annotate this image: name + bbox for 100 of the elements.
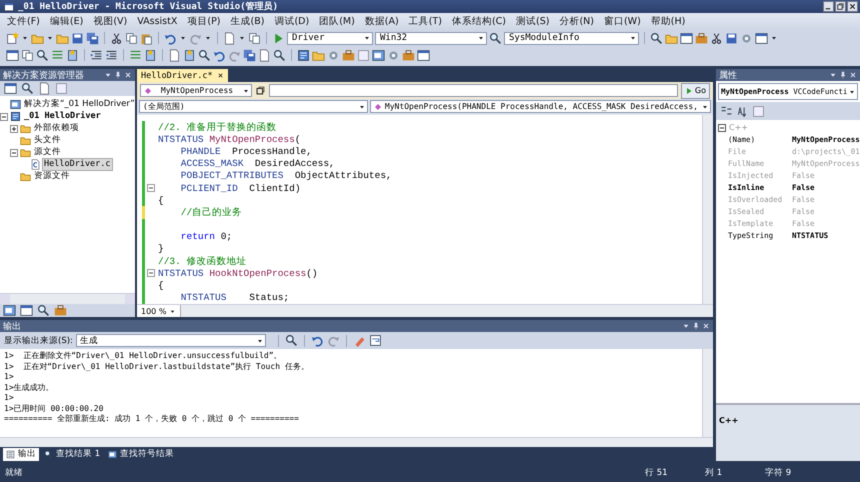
menu-item[interactable]: 团队(M) [314,14,360,28]
sort-alpha-icon[interactable] [736,104,749,118]
tree-item[interactable]: 源文件 [33,147,62,158]
cut-icon[interactable] [110,32,123,44]
sort-category-icon[interactable] [720,104,733,118]
minimize-icon[interactable] [823,1,834,12]
tree-item[interactable]: 头文件 [33,135,62,146]
copy-icon[interactable] [125,32,138,44]
menu-item[interactable]: 数据(A) [360,14,404,28]
symbol-dropdown[interactable]: MyNtOpenProcess [140,84,252,97]
caret-icon[interactable] [204,34,212,42]
symbol-search-field[interactable] [269,84,678,97]
tree-item[interactable]: 解决方案“_01 HelloDriver” [23,99,135,110]
menu-item[interactable]: 窗口(W) [598,14,646,28]
zoom-dropdown[interactable]: 100 % [137,305,182,317]
menu-item[interactable]: 项目(P) [182,14,226,28]
go-button[interactable]: Go [680,82,710,98]
menu-item[interactable]: 视图(V) [88,14,132,28]
window-icon[interactable] [20,304,33,317]
find-icon[interactable] [21,82,34,95]
collapse-icon[interactable] [147,269,155,278]
window-icon[interactable] [4,82,17,95]
window-icon[interactable] [755,32,768,44]
bookmark-icon[interactable] [66,48,79,62]
caret-icon[interactable] [21,34,29,42]
indent-icon[interactable] [90,48,103,62]
copy-icon[interactable] [248,32,261,44]
close-icon[interactable] [216,72,224,79]
comment-icon[interactable] [129,48,142,62]
save-icon[interactable] [71,32,84,44]
caret-icon[interactable] [104,71,112,79]
save-icon[interactable] [725,32,738,44]
outdent-icon[interactable] [105,48,118,62]
cut-icon[interactable] [710,32,723,44]
menu-item[interactable]: 工具(T) [404,14,447,28]
toolbox-icon[interactable] [342,48,355,62]
window-icon[interactable] [6,48,19,62]
menu-item[interactable]: 测试(S) [510,14,554,28]
collapse-icon[interactable] [10,148,18,156]
restore-icon[interactable] [255,85,266,96]
bookmark-icon[interactable] [144,48,157,62]
scope-dropdown[interactable]: (全局范围) [139,100,368,113]
menu-item[interactable]: VAssistX [132,16,182,26]
toolbox-icon[interactable] [695,32,708,44]
menu-item[interactable]: 体系结构(C) [446,14,511,28]
panel-tab[interactable]: 输出 [3,448,39,460]
caret-icon[interactable] [829,71,837,79]
find-icon[interactable] [37,304,50,317]
toolbox-icon[interactable] [54,304,67,317]
save-all-icon[interactable] [86,32,99,44]
find-icon[interactable] [650,32,663,44]
tree-item[interactable]: 外部依赖项 [33,123,80,134]
find-icon[interactable] [198,48,211,62]
source-dropdown[interactable]: 生成 [76,334,266,347]
pin-icon[interactable] [692,322,700,330]
find-icon[interactable] [284,334,298,347]
collapse-icon[interactable] [718,124,726,132]
caret-icon[interactable] [238,34,246,42]
configuration-dropdown[interactable]: Driver [287,32,373,44]
caret-icon[interactable] [46,34,54,42]
close-icon[interactable] [847,1,858,12]
member-dropdown[interactable]: MyNtOpenProcess(PHANDLE ProcessHandle, ACCESS_MASK DesiredAccess, [370,100,711,113]
collapse-icon[interactable] [147,184,155,192]
collapse-icon[interactable] [0,112,8,120]
save-all-icon[interactable] [243,48,256,62]
menu-item[interactable]: 文件(F) [2,14,45,28]
bookmark-icon[interactable] [183,48,196,62]
panel-tab[interactable]: 查找结果 1 [41,448,104,460]
expand-icon[interactable] [10,124,18,132]
window-icon[interactable] [680,32,693,44]
menu-item[interactable]: 分析(N) [554,14,599,28]
paste-icon[interactable] [140,32,153,44]
find-dropdown[interactable]: SysModuleInfo [504,32,639,44]
document-icon[interactable] [258,48,271,62]
panel-tab[interactable]: 查找符号结果 [105,448,178,460]
find-icon[interactable] [489,32,502,44]
window-icon[interactable] [417,48,430,62]
tree-item[interactable]: HelloDriver.c [43,159,112,170]
tree-item[interactable]: 资源文件 [33,171,71,182]
restore-icon[interactable] [835,1,846,12]
toolbox-icon[interactable] [402,48,415,62]
document-icon[interactable] [223,32,236,44]
caret-icon[interactable] [179,34,187,42]
menu-item[interactable]: 调试(D) [269,14,314,28]
new-project-icon[interactable] [6,32,19,44]
tree-item[interactable]: _01 HelloDriver [23,111,102,122]
platform-dropdown[interactable]: Win32 [375,32,487,44]
document-icon[interactable] [168,48,181,62]
pin-icon[interactable] [839,71,847,79]
menu-item[interactable]: 生成(B) [226,14,270,28]
menu-item[interactable]: 编辑(E) [44,14,88,28]
pin-icon[interactable] [114,71,122,79]
caret-icon[interactable] [770,34,778,42]
menu-item[interactable]: 帮助(H) [646,14,690,28]
word-wrap-icon[interactable] [368,334,382,347]
find-icon[interactable] [273,48,286,62]
find-icon[interactable] [36,48,49,62]
caret-icon[interactable] [682,322,690,330]
copy-icon[interactable] [21,48,34,62]
undo-icon[interactable] [310,334,324,347]
